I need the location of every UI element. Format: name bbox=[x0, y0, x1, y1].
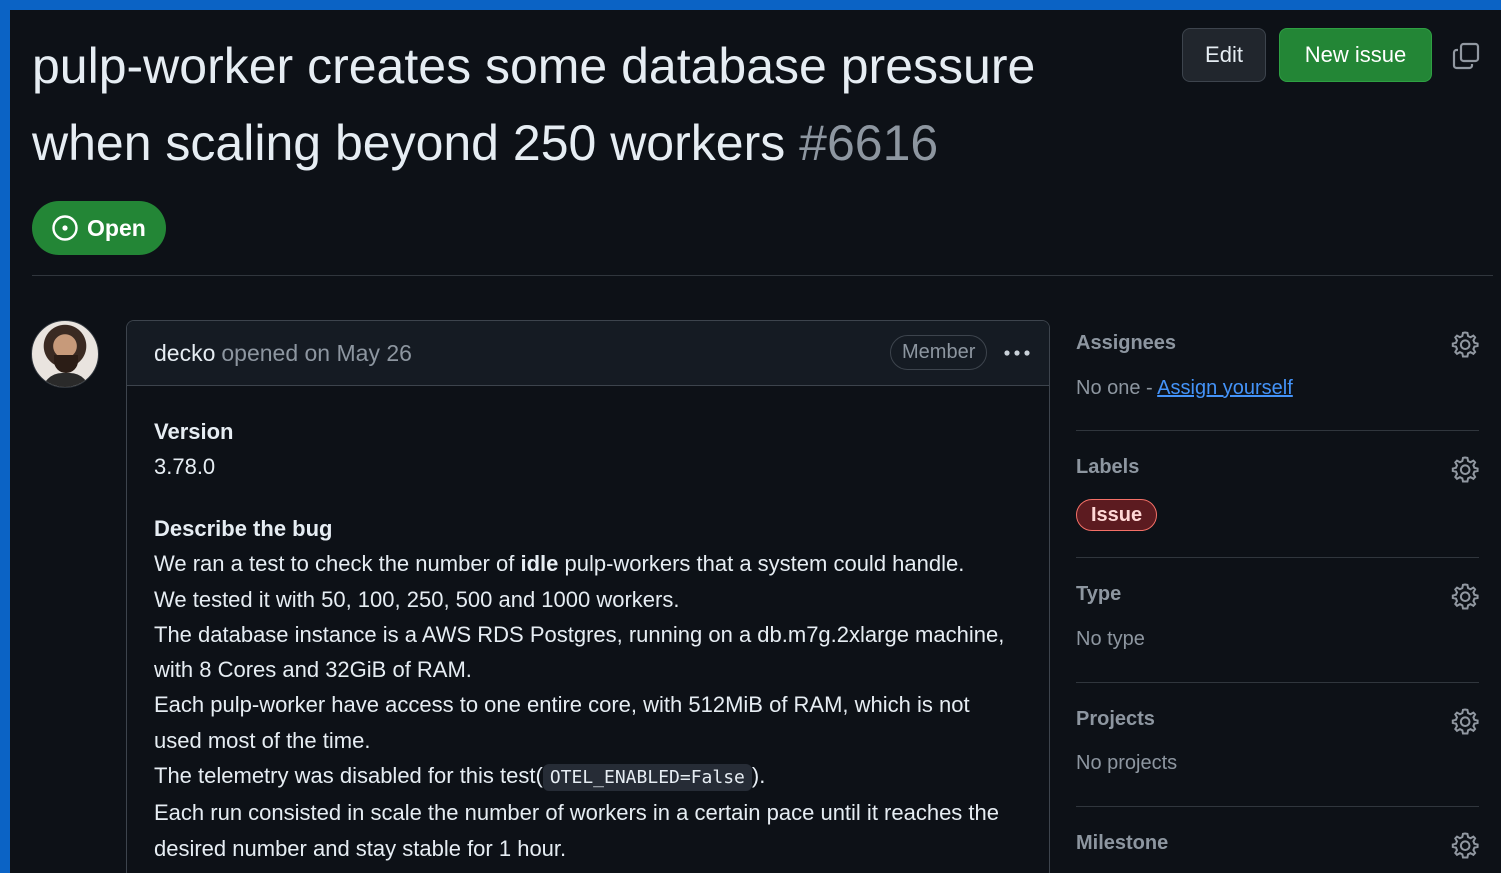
version-heading: Version bbox=[154, 419, 234, 444]
projects-value: No projects bbox=[1076, 752, 1178, 774]
comment-header: decko opened on May 26 Member bbox=[127, 321, 1049, 386]
type-title: Type bbox=[1076, 583, 1122, 605]
comment-body: Version 3.78.0 Describe the bug We ran a… bbox=[127, 386, 1049, 866]
issue-body-comment: decko opened on May 26 Member Version 3.… bbox=[126, 320, 1050, 873]
kebab-icon[interactable] bbox=[999, 339, 1035, 367]
bug-line-1: We ran a test to check the number of idl… bbox=[154, 551, 965, 577]
bug-line-2: We tested it with 50, 100, 250, 500 and … bbox=[154, 586, 680, 612]
header-divider bbox=[32, 275, 1493, 276]
sidebar-type: Type No type bbox=[1076, 558, 1479, 683]
bold-idle: idle bbox=[520, 551, 559, 577]
issue-opened-icon bbox=[52, 215, 78, 241]
author-role-badge: Member bbox=[890, 335, 988, 370]
gear-icon[interactable] bbox=[1451, 831, 1479, 859]
comment-author-link[interactable]: decko bbox=[154, 340, 215, 367]
gear-icon[interactable] bbox=[1451, 455, 1479, 483]
gear-icon[interactable] bbox=[1451, 707, 1479, 735]
assignees-value: No one - Assign yourself bbox=[1076, 377, 1293, 399]
bug-line-5: The telemetry was disabled for this test… bbox=[154, 758, 1022, 795]
gear-icon[interactable] bbox=[1451, 330, 1479, 358]
edit-button[interactable]: Edit bbox=[1182, 28, 1266, 82]
avatar[interactable] bbox=[31, 320, 99, 388]
sidebar-milestone: Milestone bbox=[1076, 807, 1479, 867]
copy-icon[interactable] bbox=[1450, 40, 1482, 72]
bug-line-4: Each pulp-worker have access to one enti… bbox=[154, 692, 970, 753]
issue-state-label: Open bbox=[87, 214, 146, 241]
label-issue[interactable]: Issue bbox=[1076, 499, 1158, 531]
new-issue-button[interactable]: New issue bbox=[1279, 28, 1432, 82]
window-frame-left bbox=[0, 0, 10, 873]
type-value: No type bbox=[1076, 628, 1145, 650]
assignees-title: Assignees bbox=[1076, 332, 1177, 354]
version-value: 3.78.0 bbox=[154, 454, 216, 479]
window-frame-top bbox=[0, 0, 1501, 10]
bug-heading: Describe the bug bbox=[154, 516, 333, 542]
issue-number: #6616 bbox=[799, 115, 939, 171]
issue-title: pulp-worker creates some database pressu… bbox=[32, 28, 1152, 182]
milestone-title: Milestone bbox=[1076, 832, 1169, 854]
bug-line-3: The database instance is a AWS RDS Postg… bbox=[154, 621, 1005, 683]
sidebar-labels: Labels Issue bbox=[1076, 431, 1479, 558]
comment-timestamp[interactable]: opened on May 26 bbox=[221, 340, 412, 367]
issue-state-badge: Open bbox=[32, 201, 166, 255]
labels-title: Labels bbox=[1076, 456, 1140, 478]
inline-code: OTEL_ENABLED=False bbox=[542, 764, 752, 792]
assign-yourself-link[interactable]: Assign yourself bbox=[1157, 377, 1293, 399]
gear-icon[interactable] bbox=[1451, 582, 1479, 610]
sidebar-projects: Projects No projects bbox=[1076, 683, 1479, 807]
bug-line-6: Each run consisted in scale the number o… bbox=[154, 800, 1000, 861]
issue-sidebar: Assignees No one - Assign yourself Label… bbox=[1076, 320, 1479, 867]
sidebar-assignees: Assignees No one - Assign yourself bbox=[1076, 320, 1479, 431]
projects-title: Projects bbox=[1076, 708, 1155, 730]
